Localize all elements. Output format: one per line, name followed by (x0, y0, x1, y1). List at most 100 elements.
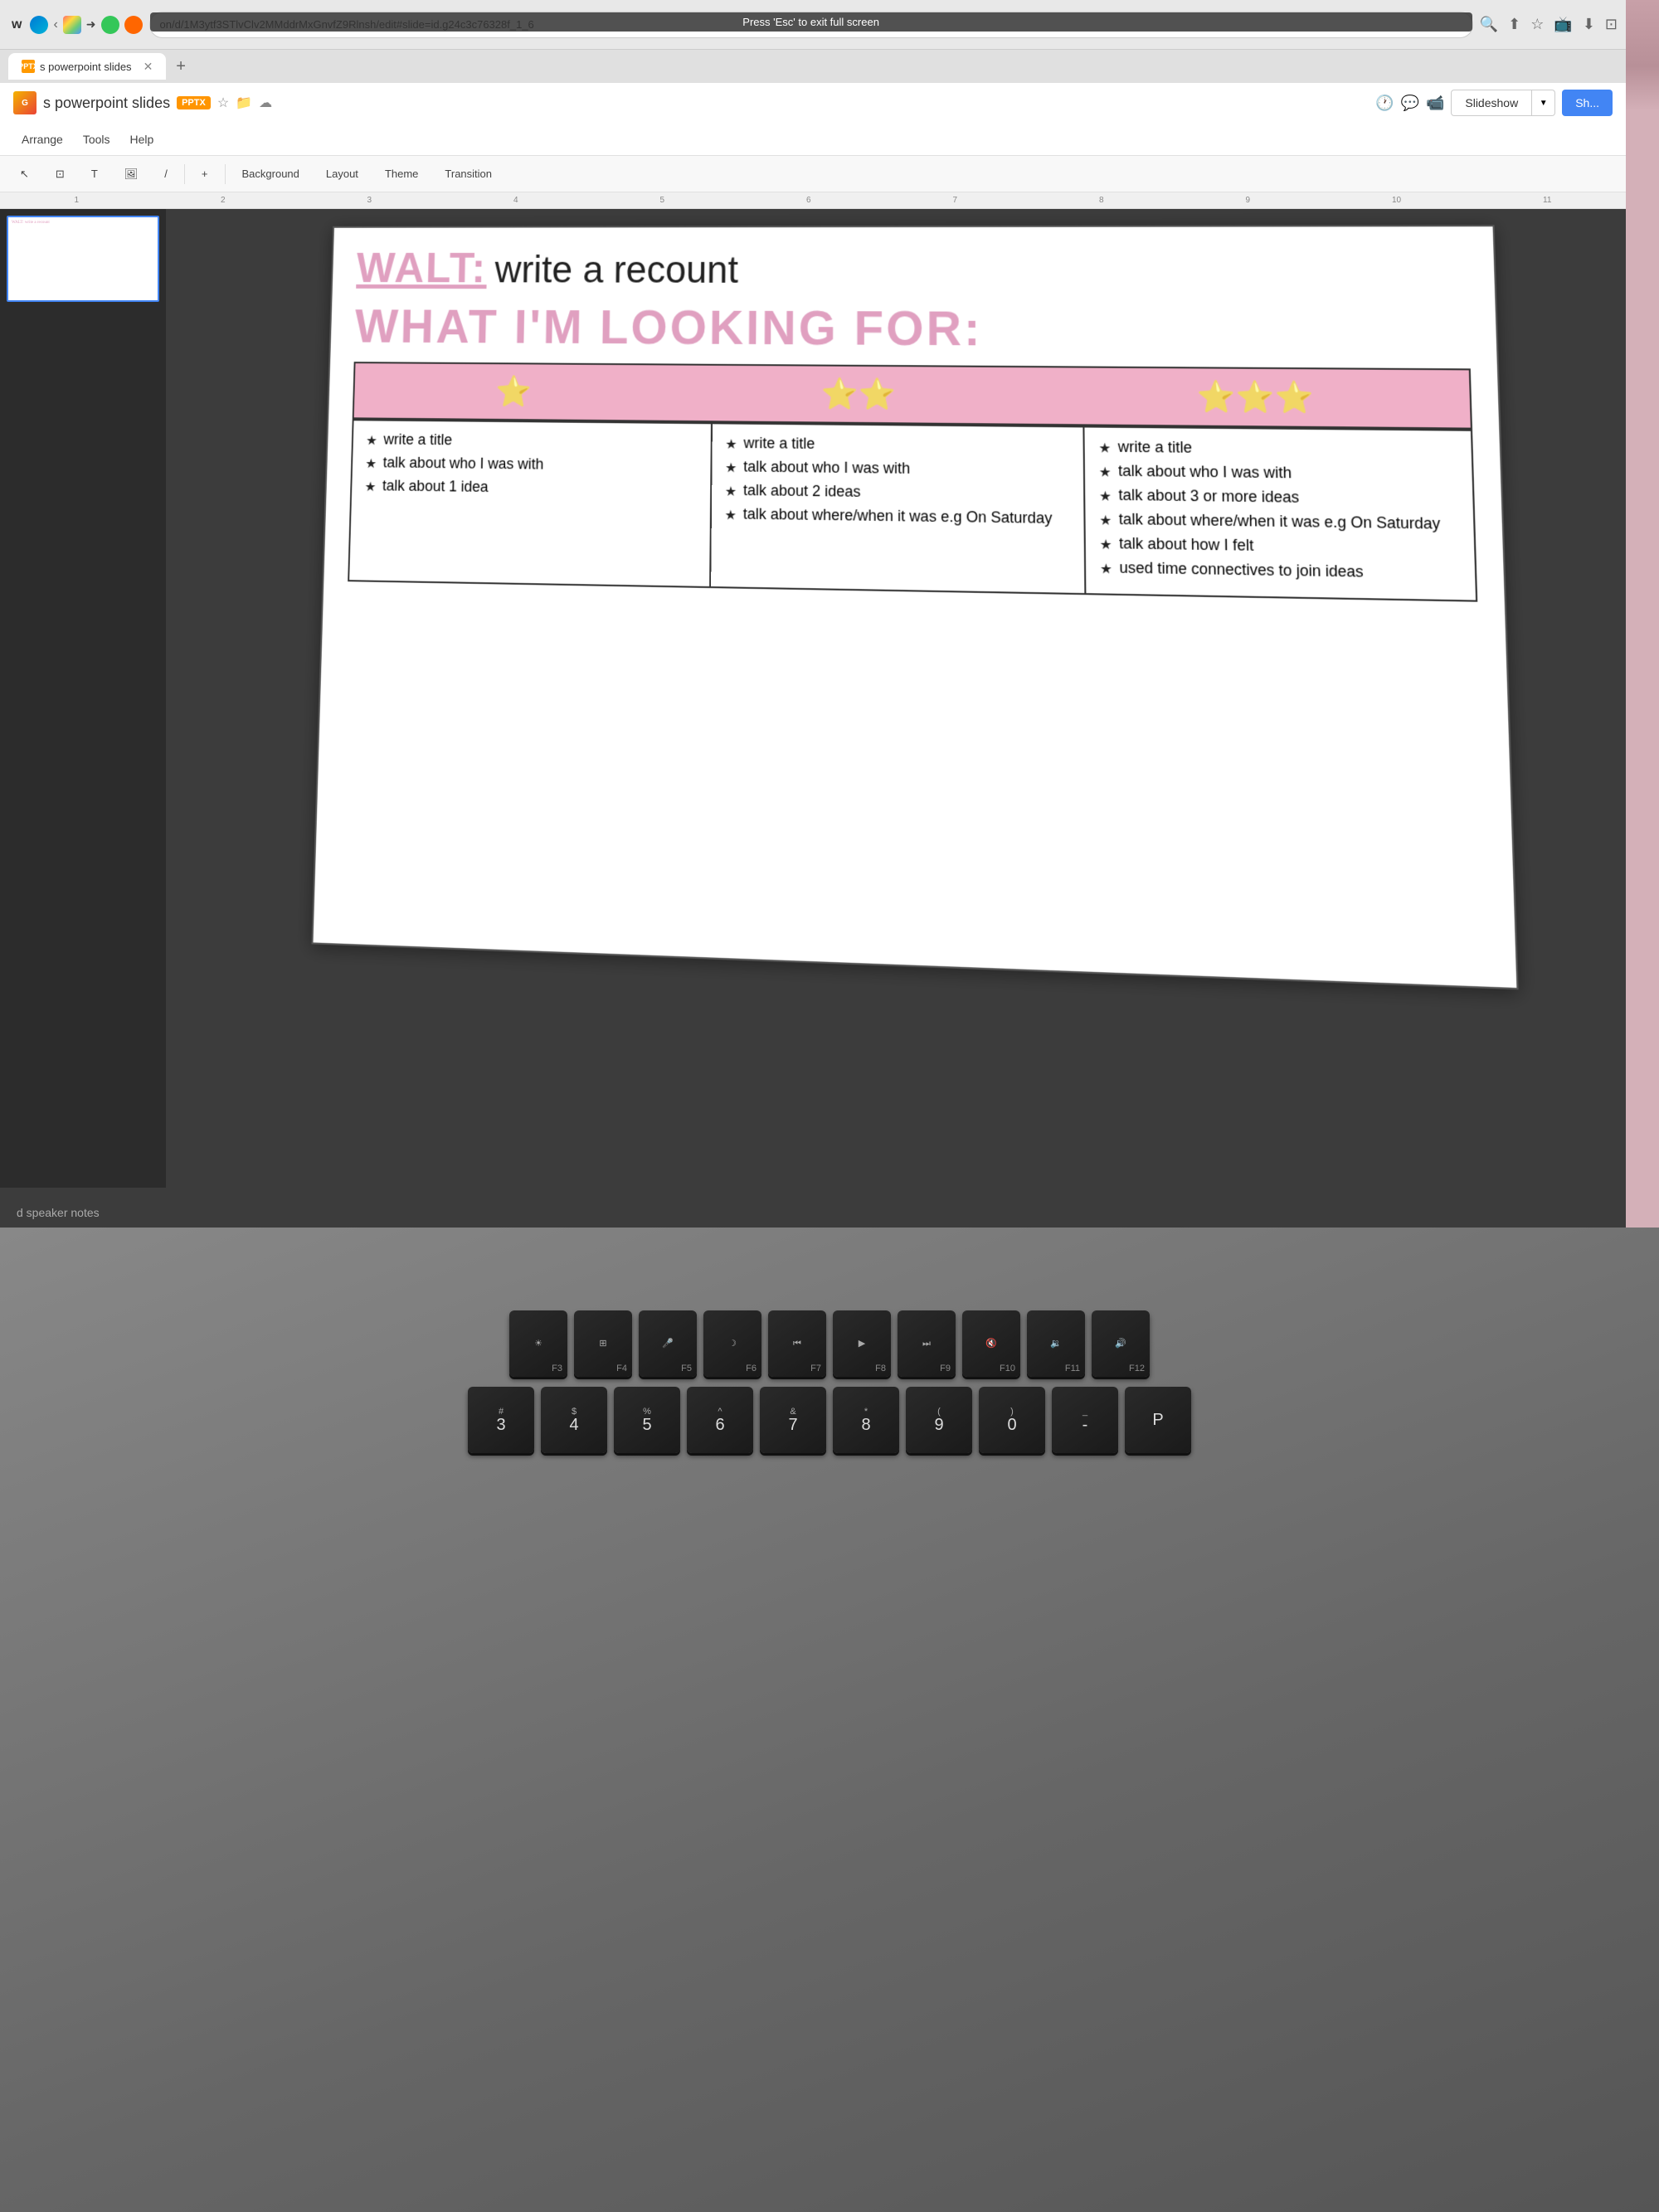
key-f3[interactable]: ☀ F3 (509, 1310, 567, 1377)
browser-nav-back[interactable]: ‹ (53, 17, 57, 32)
plus-icon: + (202, 168, 208, 180)
criteria-text: write a title (743, 435, 815, 453)
add-btn[interactable]: + (192, 162, 218, 187)
screen: w ‹ ➜ on/d/1M3ytf3STlvClv2MMddrMxGnvfZ9R… (0, 0, 1626, 1228)
cast-icon[interactable]: 📺 (1554, 16, 1572, 33)
speaker-notes[interactable]: d speaker notes (0, 1188, 1626, 1228)
browser-icon-w[interactable]: w (8, 17, 25, 32)
image-tool[interactable]: 🖼 (114, 162, 148, 187)
slide-canvas[interactable]: WALT: write a recount WHAT I'M LOOKING F… (311, 225, 1518, 989)
key-open-9[interactable]: ( 9 (906, 1387, 972, 1453)
star-bullet: ★ (364, 479, 376, 495)
cursor-tool[interactable]: ↖ (10, 162, 39, 187)
number-row: # 3 $ 4 % 5 ^ 6 & 7 * 8 (25, 1387, 1634, 1453)
slide-thumbnail[interactable]: WALT: write a recount (7, 216, 159, 302)
browser-icon-edge[interactable] (30, 16, 48, 34)
url-bar[interactable]: on/d/1M3ytf3STlvClv2MMddrMxGnvfZ9Rlnsh/e… (149, 12, 1473, 38)
key-star-8[interactable]: * 8 (833, 1387, 899, 1453)
shape-icon: / (164, 168, 168, 180)
browser-icon-green[interactable] (101, 16, 119, 34)
key-f12[interactable]: 🔊 F12 (1092, 1310, 1150, 1377)
slide-canvas-area[interactable]: WALT: write a recount WHAT I'M LOOKING F… (166, 209, 1626, 1188)
theme-btn[interactable]: Theme (375, 162, 428, 187)
key-f4[interactable]: ⊞ F4 (574, 1310, 632, 1377)
key-f6[interactable]: ☽ F6 (703, 1310, 761, 1377)
key-star-symbol: * (864, 1407, 868, 1417)
transition-btn[interactable]: Transition (435, 162, 502, 187)
key-f8[interactable]: ▶ F8 (833, 1310, 891, 1377)
criteria-item: ★ talk about 1 idea (364, 477, 697, 499)
key-f7[interactable]: ⏮ F7 (768, 1310, 826, 1377)
key-f11-icon: 🔉 (1050, 1339, 1062, 1349)
tab-close[interactable]: ✕ (144, 60, 153, 74)
key-6-label: 6 (715, 1417, 724, 1433)
key-f10-icon: 🔇 (985, 1339, 997, 1349)
select-tool[interactable]: ⊡ (46, 162, 75, 187)
ruler-mark-1: 1 (74, 196, 79, 205)
key-amp-7[interactable]: & 7 (760, 1387, 826, 1453)
bookmark-icon[interactable]: ☆ (1530, 16, 1544, 33)
active-tab[interactable]: PPTX s powerpoint slides ✕ (8, 53, 166, 80)
key-f5-label: F5 (681, 1364, 692, 1373)
ruler-mark-10: 10 (1392, 196, 1401, 205)
key-open-symbol: ( (937, 1407, 941, 1417)
ruler-mark-7: 7 (952, 196, 957, 205)
menu-item-help[interactable]: Help (122, 129, 163, 149)
browser-icon-colorful[interactable] (63, 16, 81, 34)
key-8-label: 8 (861, 1417, 870, 1433)
key-caret-6[interactable]: ^ 6 (687, 1387, 753, 1453)
share-btn[interactable]: Sh... (1562, 90, 1613, 116)
criteria-item: ★ write a title (1098, 438, 1457, 460)
tab-favicon: PPTX (22, 60, 35, 73)
key-f9[interactable]: ⏭ F9 (898, 1310, 956, 1377)
window-icon[interactable]: ⊡ (1605, 16, 1618, 33)
tab-title: s powerpoint slides (40, 61, 132, 73)
key-minus[interactable]: _ - (1052, 1387, 1118, 1453)
share-icon[interactable]: ⬆ (1508, 16, 1520, 33)
slides-toolbar: ↖ ⊡ T 🖼 / + Background Layou (0, 156, 1626, 192)
browser-icon-arrow[interactable]: ➜ (86, 17, 96, 32)
browser-icon-orange[interactable] (124, 16, 143, 34)
slideshow-dropdown[interactable]: ▼ (1532, 90, 1555, 116)
camera-icon[interactable]: 📹 (1426, 95, 1444, 112)
new-tab-btn[interactable]: + (169, 57, 192, 76)
key-minus-label: - (1082, 1417, 1088, 1433)
history-icon[interactable]: 🕐 (1375, 95, 1394, 112)
slide-walt-title: WALT: write a recount (356, 244, 1468, 295)
folder-icon[interactable]: 📁 (236, 95, 252, 111)
toolbar-divider-2 (225, 164, 226, 184)
key-f10[interactable]: 🔇 F10 (962, 1310, 1020, 1377)
key-f4-label: F4 (616, 1364, 627, 1373)
criteria-item: ★ talk about who I was with (725, 458, 1070, 480)
search-icon[interactable]: 🔍 (1480, 16, 1498, 33)
background-btn[interactable]: Background (232, 162, 309, 187)
key-f11-label: F11 (1065, 1364, 1080, 1373)
star-bullet: ★ (1098, 440, 1111, 457)
key-p[interactable]: P (1125, 1387, 1191, 1453)
select-icon: ⊡ (56, 168, 65, 181)
key-close-0[interactable]: ) 0 (979, 1387, 1045, 1453)
menu-item-arrange[interactable]: Arrange (13, 129, 71, 149)
shape-tool[interactable]: / (154, 162, 178, 187)
key-percent-5[interactable]: % 5 (614, 1387, 680, 1453)
url-notification: Press 'Esc' to exit full screen (150, 12, 1472, 32)
key-hash-3[interactable]: # 3 (468, 1387, 534, 1453)
menu-item-tools[interactable]: Tools (75, 129, 119, 149)
slides-logo: G (13, 91, 36, 114)
criteria-text: talk about where/when it was e.g On Satu… (743, 505, 1053, 527)
cloud-icon[interactable]: ☁ (259, 95, 272, 111)
star-characters-row: ⭐ ⭐⭐ ⭐⭐⭐ (353, 362, 1472, 430)
slide-panel: WALT: write a recount (0, 209, 166, 1188)
key-dollar-4[interactable]: $ 4 (541, 1387, 607, 1453)
layout-btn[interactable]: Layout (316, 162, 368, 187)
slides-main: WALT: write a recount WALT: write a reco… (0, 209, 1626, 1188)
chat-icon[interactable]: 💬 (1401, 95, 1419, 112)
slideshow-btn[interactable]: Slideshow (1451, 90, 1532, 116)
star-icon[interactable]: ☆ (217, 95, 229, 111)
text-tool[interactable]: T (81, 162, 108, 187)
download-icon[interactable]: ⬇ (1583, 16, 1595, 33)
key-f11[interactable]: 🔉 F11 (1027, 1310, 1085, 1377)
key-f5[interactable]: 🎤 F5 (639, 1310, 697, 1377)
criteria-item: ★ write a title (725, 435, 1069, 457)
criteria-item: ★ talk about 3 or more ideas (1099, 486, 1459, 510)
